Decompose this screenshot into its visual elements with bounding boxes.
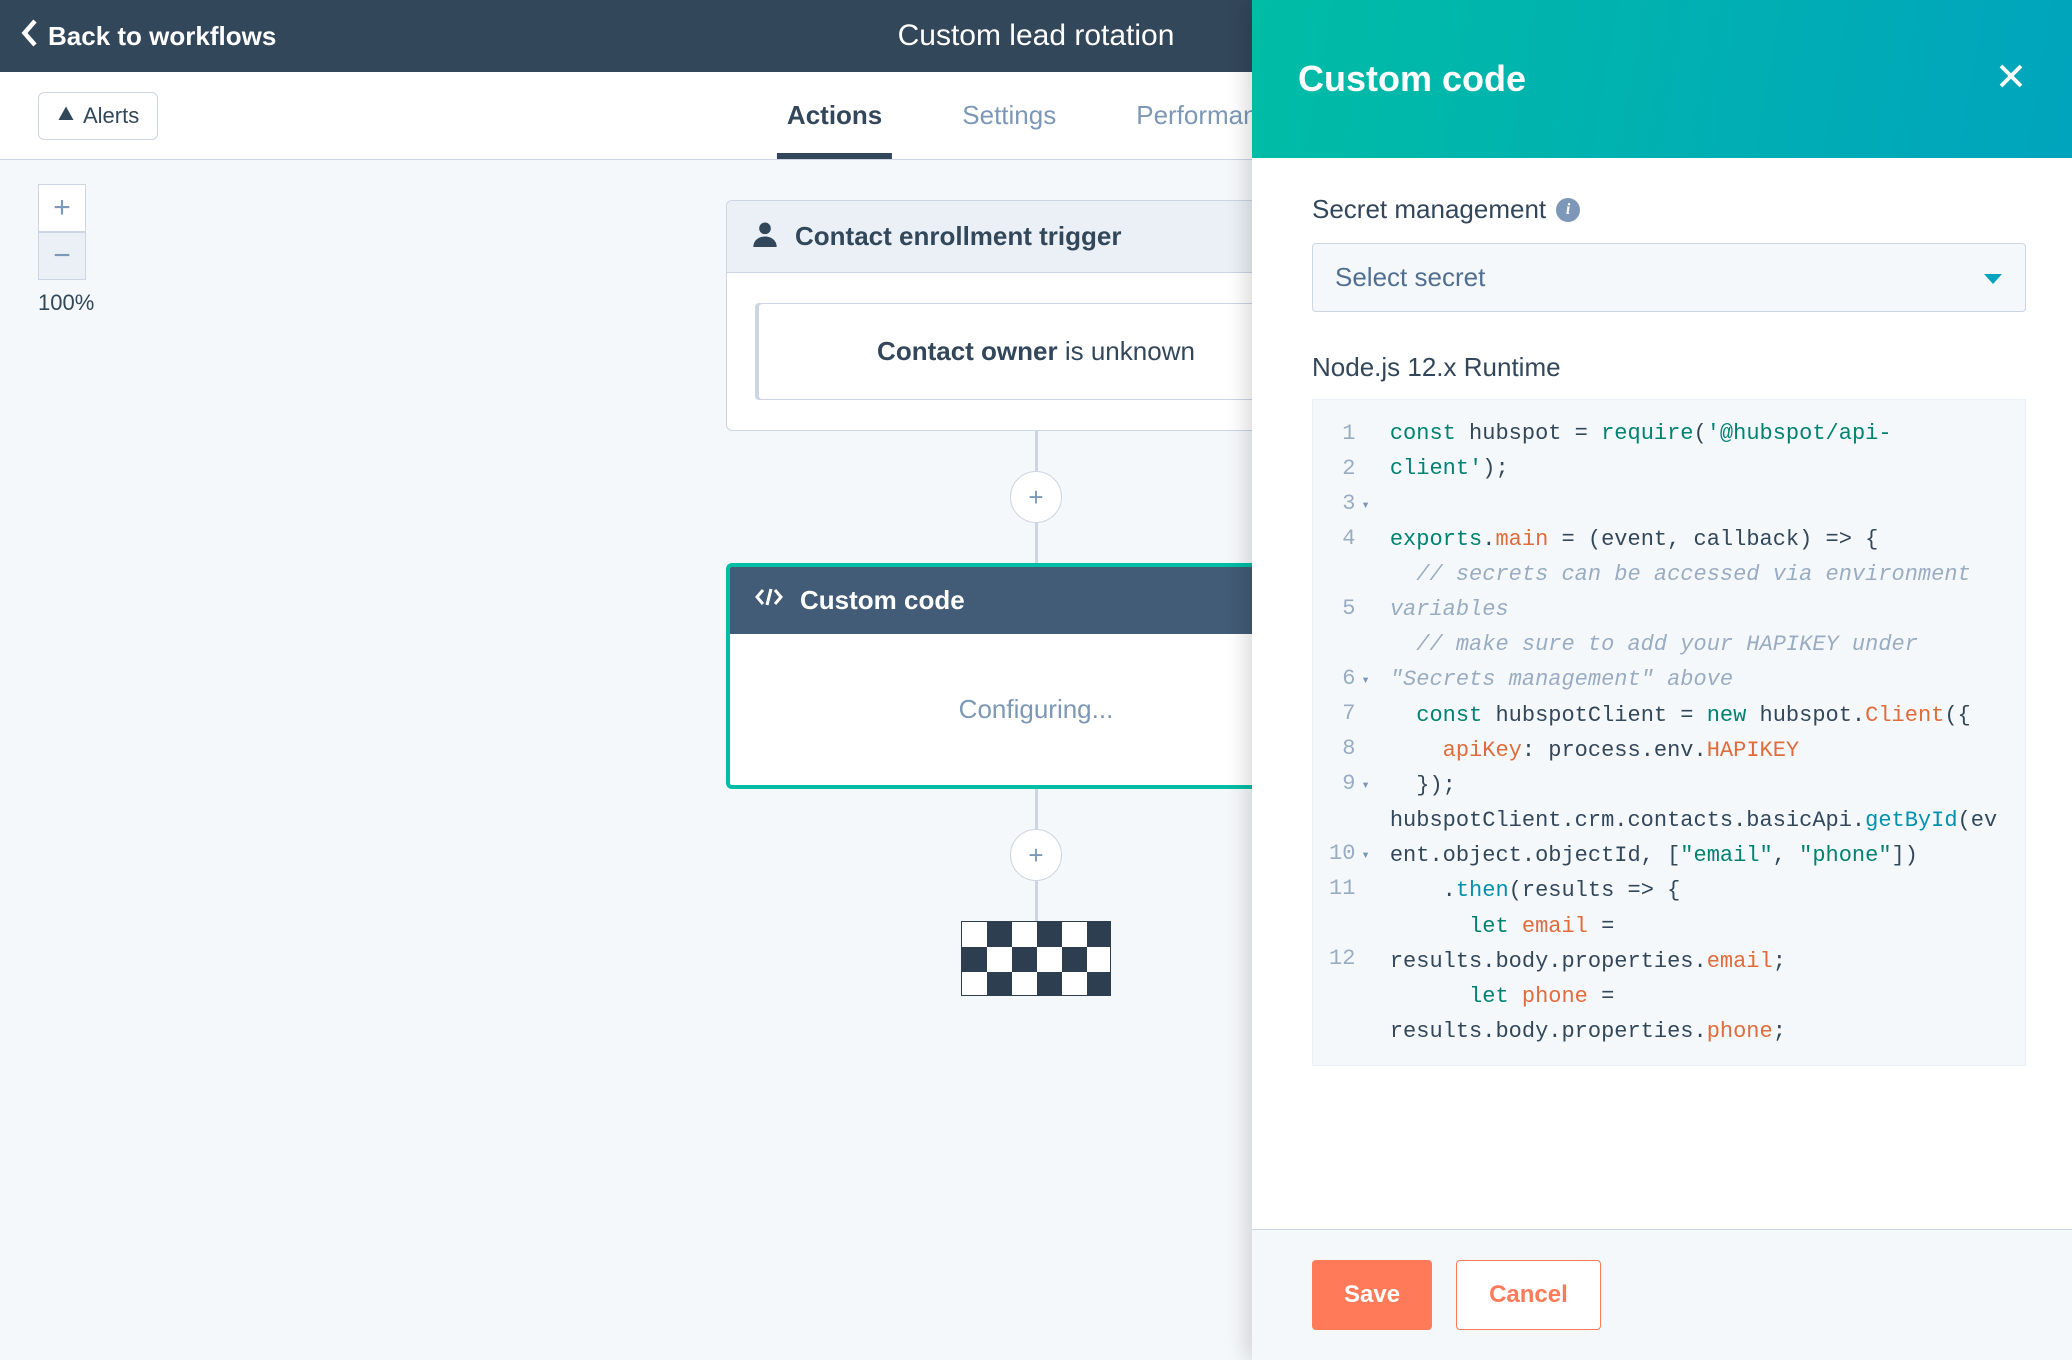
connector-line — [1035, 431, 1038, 471]
save-button[interactable]: Save — [1312, 1260, 1432, 1330]
button-label: Save — [1344, 1281, 1400, 1308]
tabs: Actions Settings Performance — [787, 72, 1285, 159]
card-header: Custom code — [730, 567, 1342, 634]
criterion-condition: is unknown — [1058, 336, 1195, 366]
tab-settings[interactable]: Settings — [962, 72, 1056, 159]
tab-actions[interactable]: Actions — [787, 72, 882, 159]
criterion-property: Contact owner — [877, 336, 1058, 366]
close-panel-button[interactable] — [1996, 58, 2026, 100]
panel-body: Secret management i Select secret Node.j… — [1252, 158, 2072, 1229]
zoom-out-button[interactable]: − — [38, 232, 86, 280]
panel-title: Custom code — [1298, 58, 1526, 100]
runtime-label: Node.js 12.x Runtime — [1312, 352, 2026, 383]
back-to-workflows-link[interactable]: Back to workflows — [0, 18, 276, 55]
select-placeholder: Select secret — [1335, 262, 1485, 293]
card-title: Contact enrollment trigger — [795, 221, 1121, 252]
add-action-button[interactable]: + — [1010, 471, 1062, 523]
workflow-title: Custom lead rotation — [898, 19, 1175, 53]
warning-icon — [57, 103, 75, 129]
alerts-button[interactable]: Alerts — [38, 92, 158, 140]
info-icon[interactable]: i — [1556, 198, 1580, 222]
card-title: Custom code — [800, 585, 965, 616]
connector-line — [1035, 523, 1038, 563]
add-action-button[interactable]: + — [1010, 829, 1062, 881]
back-label: Back to workflows — [48, 21, 276, 52]
workflow-end-icon — [961, 921, 1111, 996]
connector-line — [1035, 789, 1038, 829]
secret-management-label: Secret management i — [1312, 194, 2026, 225]
zoom-in-button[interactable]: + — [38, 184, 86, 232]
caret-down-icon — [1983, 262, 2003, 293]
code-editor[interactable]: 1 2 3▾4 5 6▾7 8 9▾ 10▾11 12 const hubspo… — [1312, 399, 2026, 1066]
person-icon — [751, 219, 779, 254]
tab-label: Actions — [787, 100, 882, 131]
alerts-label: Alerts — [83, 103, 139, 129]
card-status: Configuring... — [730, 634, 1342, 785]
code-content[interactable]: const hubspot = require('@hubspot/api-cl… — [1380, 400, 2025, 1065]
connector-line — [1035, 881, 1038, 921]
code-icon — [754, 585, 784, 616]
zoom-controls: + − 100% — [38, 184, 94, 316]
close-icon — [1996, 58, 2026, 99]
button-label: Cancel — [1489, 1281, 1568, 1308]
tab-label: Settings — [962, 100, 1056, 131]
custom-code-panel: Custom code Secret management i Select s… — [1252, 0, 2072, 1360]
chevron-left-icon — [20, 18, 38, 55]
cancel-button[interactable]: Cancel — [1456, 1260, 1601, 1330]
code-gutter: 1 2 3▾4 5 6▾7 8 9▾ 10▾11 12 — [1313, 400, 1380, 1065]
panel-header: Custom code — [1252, 0, 2072, 158]
label-text: Secret management — [1312, 194, 1546, 225]
zoom-level: 100% — [38, 290, 94, 316]
panel-footer: Save Cancel — [1252, 1229, 2072, 1360]
enrollment-criterion[interactable]: Contact owner is unknown — [755, 303, 1317, 400]
secret-select[interactable]: Select secret — [1312, 243, 2026, 312]
